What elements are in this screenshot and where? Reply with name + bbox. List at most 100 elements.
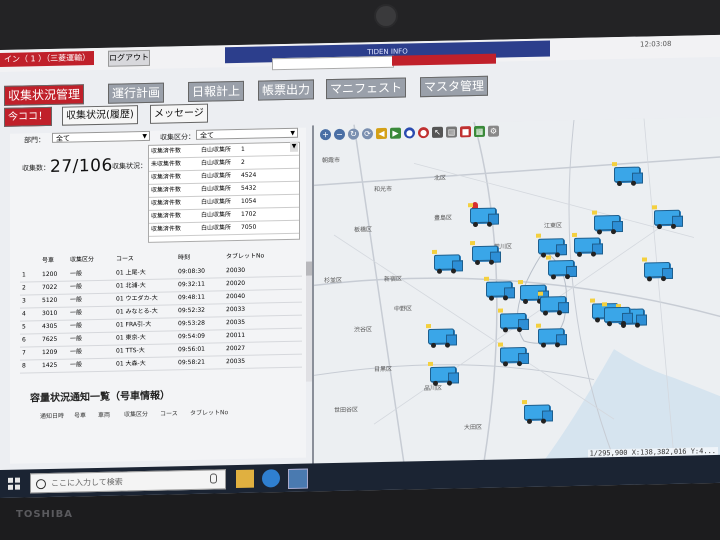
cell-kind: 一般 xyxy=(70,296,83,304)
status-value: 5432 xyxy=(241,184,257,192)
caption-field[interactable] xyxy=(272,55,394,71)
col-header: 時刻 xyxy=(178,254,191,262)
vehicle-table: 号車 収集区分 コース 時刻 タブレットNo 1 1200 一般 01 上尾-大 09:… xyxy=(20,248,302,374)
list-item[interactable]: 収集済件数 白山収集所 7050 xyxy=(149,220,299,237)
map-view[interactable]: 朝霞市 和光市 板橋区 北区 荒川区 新宿区 渋谷区 品川区 目黒区 大田区 世田谷区 杉並区 江東区中… xyxy=(312,116,720,466)
status-key: 収集済件数 xyxy=(151,186,182,194)
cell-time: 09:56:01 xyxy=(178,345,205,354)
cell-kind: 一般 xyxy=(70,270,83,278)
truck-marker-icon[interactable] xyxy=(426,323,457,348)
truck-marker-icon[interactable] xyxy=(592,210,623,235)
dept-select[interactable]: 全て ▼ xyxy=(52,130,150,143)
cell-time: 09:08:30 xyxy=(178,267,205,276)
cell-course: 01 上尾-大 xyxy=(116,268,146,277)
map-place-label: 中野区 xyxy=(394,305,413,313)
settings-icon[interactable]: ⚙ xyxy=(488,125,499,137)
microphone-icon[interactable] xyxy=(210,473,217,484)
message-button[interactable]: メッセージ xyxy=(150,103,208,124)
cell-kind: 一般 xyxy=(70,348,83,356)
cell-id: 7625 xyxy=(42,335,58,344)
truck-marker-icon[interactable] xyxy=(468,203,499,228)
cell-n: 5 xyxy=(22,323,26,331)
app-window-icon[interactable] xyxy=(288,468,308,489)
browser-icon[interactable] xyxy=(262,469,280,488)
tab-master[interactable]: マスタ管理 xyxy=(420,75,489,98)
cell-course: 01 FRA引-大 xyxy=(116,320,152,329)
cell-n: 6 xyxy=(22,336,26,344)
truck-marker-icon[interactable] xyxy=(572,232,603,257)
truck-marker-icon[interactable] xyxy=(428,361,459,386)
cell-n: 3 xyxy=(22,297,26,305)
cell-n: 7 xyxy=(22,349,26,357)
truck-marker-icon[interactable] xyxy=(642,257,673,282)
file-explorer-icon[interactable] xyxy=(236,469,254,489)
app-title: イン（ 1 ）（三菱運輸） xyxy=(0,51,95,67)
truck-marker-icon[interactable] xyxy=(522,399,553,424)
col-header: 号車 xyxy=(42,256,55,265)
laptop-brand: TOSHIBA xyxy=(16,509,73,520)
cell-course: 01 みなとる-大 xyxy=(116,307,158,316)
taskbar-search[interactable]: ここに入力して検索 xyxy=(30,469,226,494)
truck-marker-icon[interactable] xyxy=(538,291,569,316)
tab-manifest[interactable]: マニフェスト xyxy=(326,77,407,100)
col-header: コース xyxy=(160,410,178,418)
cell-id: 3010 xyxy=(42,309,58,318)
tab-route-plan[interactable]: 運行計画 xyxy=(108,82,165,104)
cell-kind: 一般 xyxy=(70,335,83,343)
truck-marker-icon[interactable] xyxy=(612,162,643,187)
alert-strip xyxy=(392,53,496,66)
print-icon[interactable]: ▤ xyxy=(446,126,457,138)
truck-marker-icon[interactable] xyxy=(498,342,529,367)
tab-daily-report[interactable]: 日報計上 xyxy=(188,80,245,103)
status-place: 白山収集所 xyxy=(201,211,232,219)
truck-marker-icon[interactable] xyxy=(602,302,633,327)
status-value: 4524 xyxy=(241,171,257,179)
map-place-label: 板橋区 xyxy=(354,226,373,234)
col-header: 収集区分 xyxy=(70,256,95,264)
truck-marker-icon[interactable] xyxy=(546,255,577,280)
map-place-label: 世田谷区 xyxy=(334,406,359,415)
tab-collection-status[interactable]: 収集状況管理 xyxy=(4,84,85,106)
tab-report-output[interactable]: 帳票出力 xyxy=(258,79,315,101)
cell-tab: 20035 xyxy=(226,357,246,366)
webcam xyxy=(374,4,398,28)
forward-arrow-icon[interactable]: ▶ xyxy=(390,127,401,139)
status-value: 1 xyxy=(241,145,245,153)
now-here-button[interactable]: 今ココ！ xyxy=(4,106,52,127)
truck-marker-icon[interactable] xyxy=(432,249,463,274)
history-button[interactable]: 収集状況(履歴) xyxy=(62,105,138,126)
dept-label: 部門： xyxy=(24,136,45,145)
status-place: 白山収集所 xyxy=(201,146,232,154)
pointer-icon[interactable]: ↖ xyxy=(432,126,443,138)
left-panel: 部門： 全て ▼ 収集区分： 全て ▼ 収集数： 27/106 収集状況： 収集… xyxy=(10,127,312,464)
cell-course: 01 TTS-大 xyxy=(116,346,145,355)
truck-marker-icon[interactable] xyxy=(652,205,683,230)
cell-id: 1209 xyxy=(42,348,58,357)
col-header: 収集区分 xyxy=(124,410,149,419)
cell-course: 01 東京-大 xyxy=(116,333,146,342)
clock: 12:03:08 xyxy=(640,39,672,49)
back-arrow-icon[interactable]: ◀ xyxy=(376,127,387,140)
chevron-down-icon[interactable]: ▼ xyxy=(290,141,298,152)
cell-course: 01 大森-大 xyxy=(116,359,146,368)
status-list[interactable]: 収集済件数 白山収集所 1 未収集件数 白山収集所 2 収集済件数 白山収集所 4524 収集済件… xyxy=(148,141,300,243)
truck-marker-icon[interactable] xyxy=(470,241,501,266)
map-base xyxy=(314,116,720,466)
grid-icon[interactable]: ▦ xyxy=(474,125,485,138)
map-place-label: 朝霞市 xyxy=(322,156,341,165)
status-select[interactable]: 全て ▼ xyxy=(196,127,298,140)
cell-n: 2 xyxy=(22,284,26,292)
notice-header: 通知日時 号車 車両 収集区分 コース タブレットNo xyxy=(40,406,300,423)
truck-marker-icon[interactable] xyxy=(536,233,567,258)
cell-n: 8 xyxy=(22,362,26,370)
marker-icon[interactable]: ■ xyxy=(460,126,471,138)
windows-start-icon[interactable] xyxy=(8,477,20,490)
cell-id: 4305 xyxy=(42,322,58,331)
truck-marker-icon[interactable] xyxy=(536,323,567,348)
chevron-down-icon: ▼ xyxy=(290,129,295,137)
status-place: 白山収集所 xyxy=(201,185,232,193)
status-place: 白山収集所 xyxy=(201,198,232,206)
truck-marker-icon[interactable] xyxy=(484,276,515,301)
logout-button[interactable]: ログアウト xyxy=(108,49,150,67)
truck-marker-icon[interactable] xyxy=(498,308,529,333)
